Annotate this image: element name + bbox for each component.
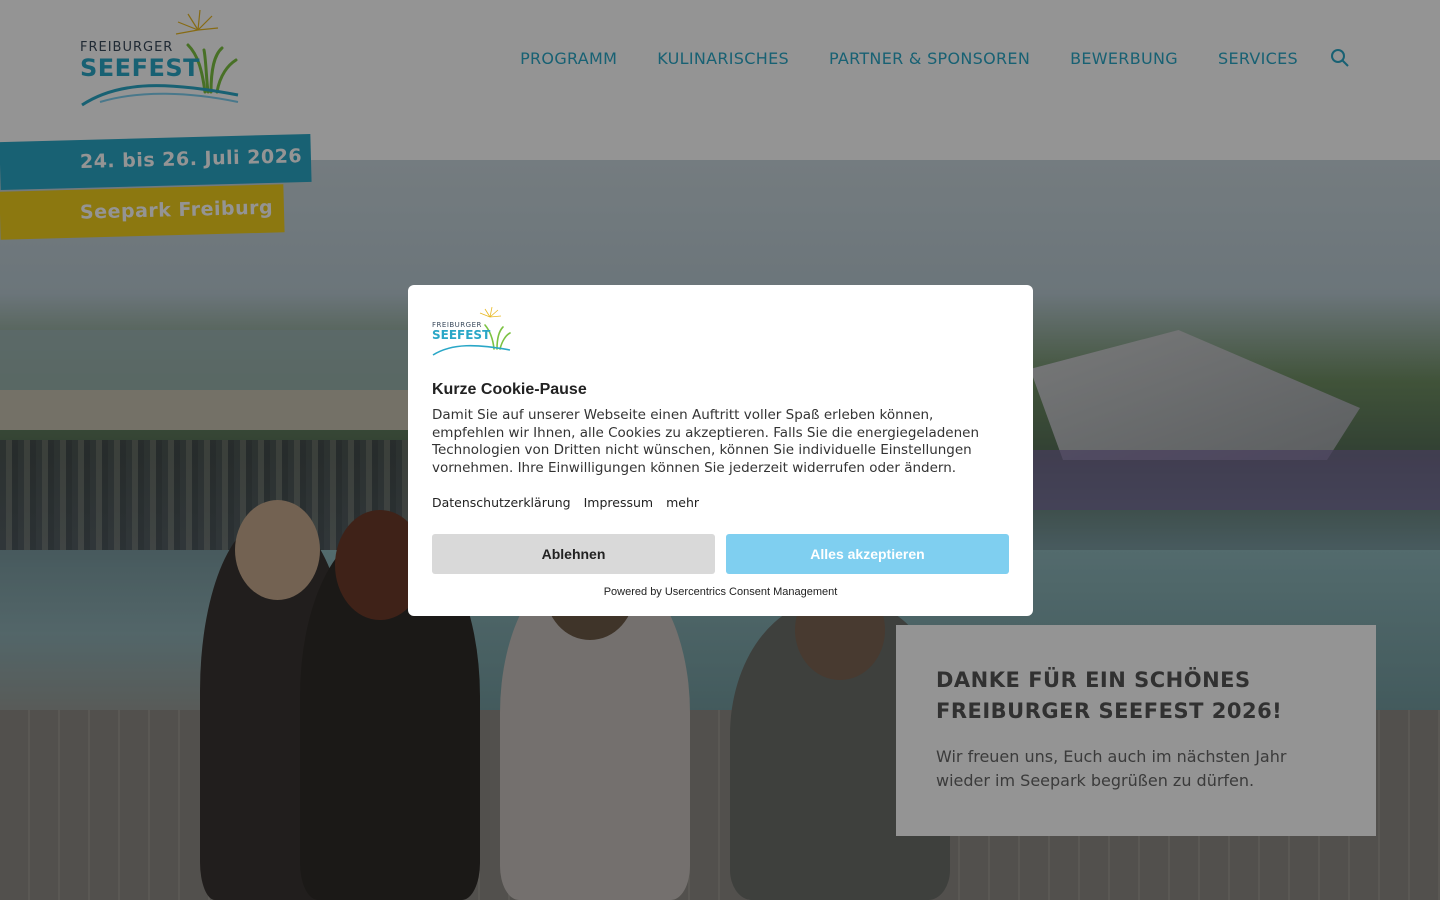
cookie-dialog-description: Damit Sie auf unserer Webseite einen Auf… — [432, 407, 980, 476]
cookie-logo-line2: SEEFEST — [432, 328, 491, 342]
cookie-dialog-title: Kurze Cookie-Pause — [432, 381, 587, 398]
accept-all-button[interactable]: Alles akzeptieren — [726, 534, 1009, 574]
more-link[interactable]: mehr — [666, 495, 699, 510]
deny-button[interactable]: Ablehnen — [432, 534, 715, 574]
cookie-dialog-logo: FREIBURGER SEEFEST — [432, 306, 512, 357]
imprint-link[interactable]: Impressum — [584, 495, 653, 510]
cookie-dialog-buttons: Ablehnen Alles akzeptieren — [432, 534, 1009, 574]
cookie-consent-dialog: FREIBURGER SEEFEST Kurze Cookie-Pause Da… — [408, 285, 1033, 616]
powered-by-text[interactable]: Powered by Usercentrics Consent Manageme… — [432, 586, 1009, 598]
cookie-dialog-links: Datenschutzerklärung Impressum mehr — [432, 495, 1009, 510]
privacy-policy-link[interactable]: Datenschutzerklärung — [432, 495, 571, 510]
